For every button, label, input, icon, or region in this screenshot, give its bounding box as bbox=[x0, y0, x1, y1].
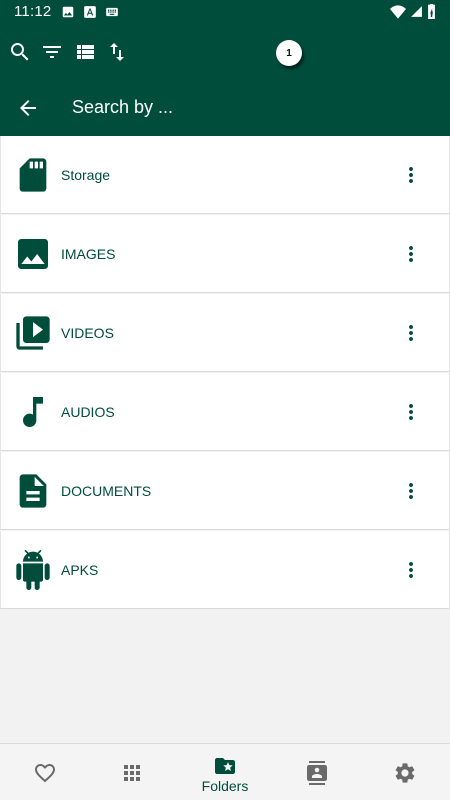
font-icon bbox=[84, 6, 96, 18]
video-library-icon bbox=[13, 313, 53, 353]
nav-favorites[interactable] bbox=[0, 744, 90, 800]
nav-contacts[interactable] bbox=[272, 744, 362, 800]
more-vert-icon[interactable] bbox=[399, 400, 423, 424]
back-arrow-icon[interactable] bbox=[16, 96, 40, 120]
more-vert-icon[interactable] bbox=[399, 163, 423, 187]
music-note-icon bbox=[13, 392, 53, 432]
system-icons bbox=[390, 4, 436, 19]
top-toolbar bbox=[0, 24, 450, 80]
status-bar: 11:12 bbox=[0, 0, 450, 24]
battery-icon bbox=[428, 4, 435, 19]
category-list: Storage IMAGES VIDEOS AUDIOS DOCUMENTS A… bbox=[0, 136, 450, 610]
list-item-label: APKS bbox=[61, 562, 99, 578]
sd-card-icon bbox=[13, 155, 53, 195]
more-vert-icon[interactable] bbox=[399, 242, 423, 266]
nav-apps[interactable] bbox=[87, 744, 177, 800]
search-input[interactable]: Search by ... bbox=[72, 97, 173, 118]
folder-star-icon bbox=[215, 758, 235, 774]
list-item-storage[interactable]: Storage bbox=[0, 136, 450, 214]
selection-count-badge: 1 bbox=[276, 40, 302, 66]
nav-settings[interactable] bbox=[360, 744, 450, 800]
image-icon bbox=[13, 234, 53, 274]
heart-icon bbox=[35, 764, 55, 783]
more-vert-icon[interactable] bbox=[399, 558, 423, 582]
list-item-audios[interactable]: AUDIOS bbox=[0, 373, 450, 451]
more-vert-icon[interactable] bbox=[399, 479, 423, 503]
status-time: 11:12 bbox=[14, 3, 52, 20]
more-vert-icon[interactable] bbox=[399, 321, 423, 345]
list-item-label: Storage bbox=[61, 167, 111, 183]
android-icon bbox=[13, 550, 53, 590]
list-item-videos[interactable]: VIDEOS bbox=[0, 294, 450, 372]
list-item-apks[interactable]: APKS bbox=[0, 531, 450, 609]
list-item-label: DOCUMENTS bbox=[61, 483, 152, 499]
list-item-label: AUDIOS bbox=[61, 404, 115, 420]
list-view-icon[interactable] bbox=[73, 40, 97, 64]
list-item-documents[interactable]: DOCUMENTS bbox=[0, 452, 450, 530]
signal-icon bbox=[411, 6, 422, 17]
image-icon bbox=[62, 6, 74, 18]
list-item-images[interactable]: IMAGES bbox=[0, 215, 450, 293]
nav-folders-label: Folders bbox=[201, 778, 249, 794]
keyboard-icon bbox=[106, 7, 118, 17]
gear-icon bbox=[395, 763, 415, 783]
filter-icon[interactable] bbox=[40, 40, 64, 64]
search-bar: Search by ... bbox=[0, 80, 450, 136]
sort-icon[interactable] bbox=[105, 40, 129, 64]
search-icon[interactable] bbox=[8, 40, 32, 64]
document-icon bbox=[13, 471, 53, 511]
nav-folders[interactable]: Folders bbox=[180, 744, 270, 800]
grid-icon bbox=[124, 765, 140, 781]
bottom-navigation: Folders bbox=[0, 743, 450, 800]
list-item-label: VIDEOS bbox=[61, 325, 114, 341]
list-item-label: IMAGES bbox=[61, 246, 116, 262]
notification-icons bbox=[61, 5, 119, 19]
contacts-icon bbox=[307, 761, 327, 785]
wifi-icon bbox=[390, 4, 406, 19]
